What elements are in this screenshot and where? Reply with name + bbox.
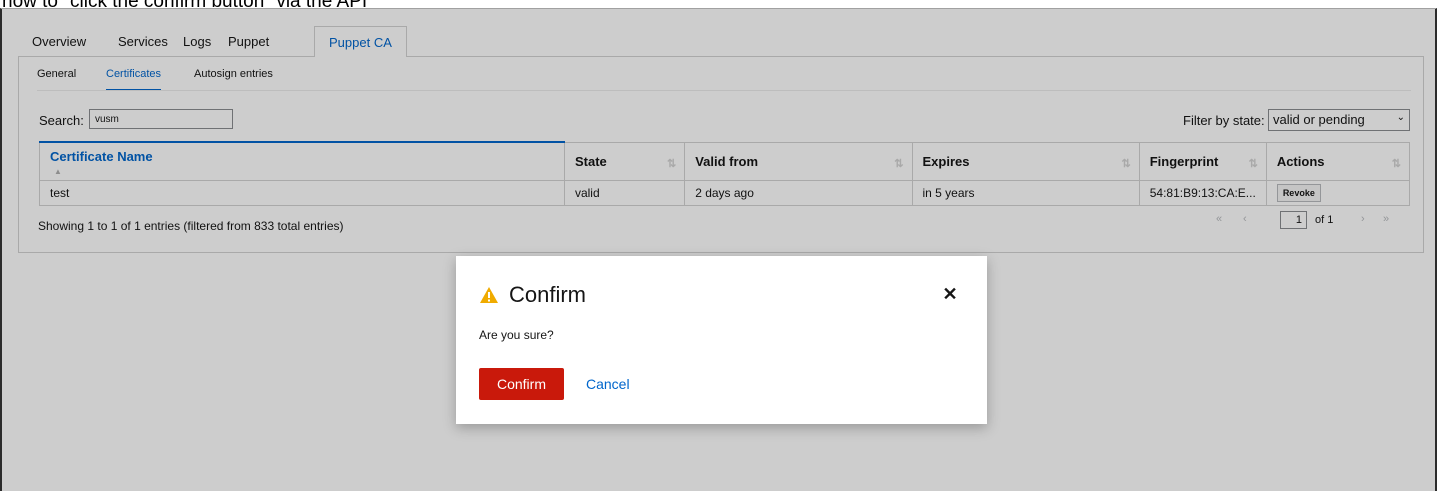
confirm-button[interactable]: Confirm xyxy=(479,368,564,400)
dialog-message: Are you sure? xyxy=(479,328,554,342)
screenshot-root: how to "click the confirm button" via th… xyxy=(0,0,1437,491)
dialog-title: Confirm xyxy=(509,282,587,307)
confirm-dialog: Confirm ✕ Are you sure? Confirm Cancel xyxy=(456,256,987,424)
cancel-button[interactable]: Cancel xyxy=(586,368,630,400)
close-icon[interactable]: ✕ xyxy=(942,285,958,303)
warning-icon xyxy=(480,287,498,303)
